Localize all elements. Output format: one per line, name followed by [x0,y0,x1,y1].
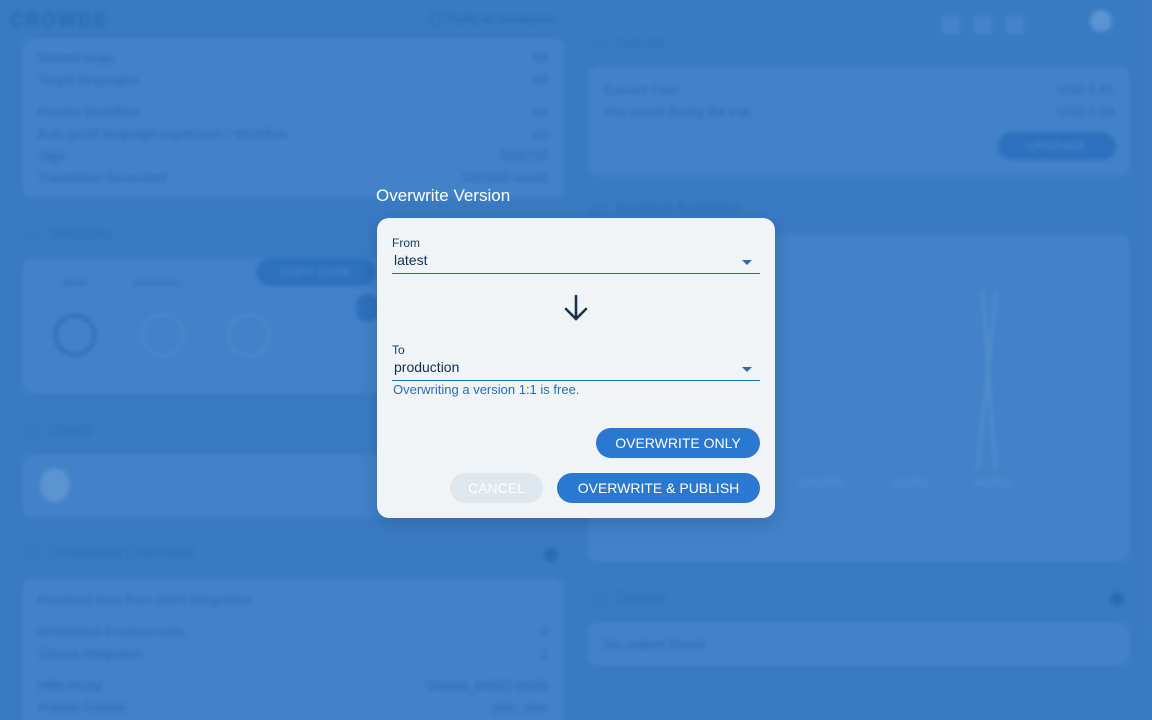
from-select[interactable]: latest [392,250,760,274]
to-select-value: production [394,359,460,375]
chevron-down-icon [742,367,752,372]
overwrite-only-button[interactable]: OVERWRITE ONLY [596,428,760,458]
chevron-down-icon [742,260,752,265]
arrow-down-icon [564,294,588,321]
dialog-title: Overwrite Version [376,186,511,205]
cancel-button[interactable]: CANCEL [450,473,543,503]
overwrite-version-dialog: From latest To production Overwriting a … [377,218,775,518]
to-select[interactable]: production [392,357,760,381]
from-label: From [392,236,420,250]
from-select-value: latest [394,252,428,268]
pricing-hint: Overwriting a version 1:1 is free. [393,382,580,397]
to-label: To [392,343,405,357]
overwrite-publish-button[interactable]: OVERWRITE & PUBLISH [557,473,760,503]
